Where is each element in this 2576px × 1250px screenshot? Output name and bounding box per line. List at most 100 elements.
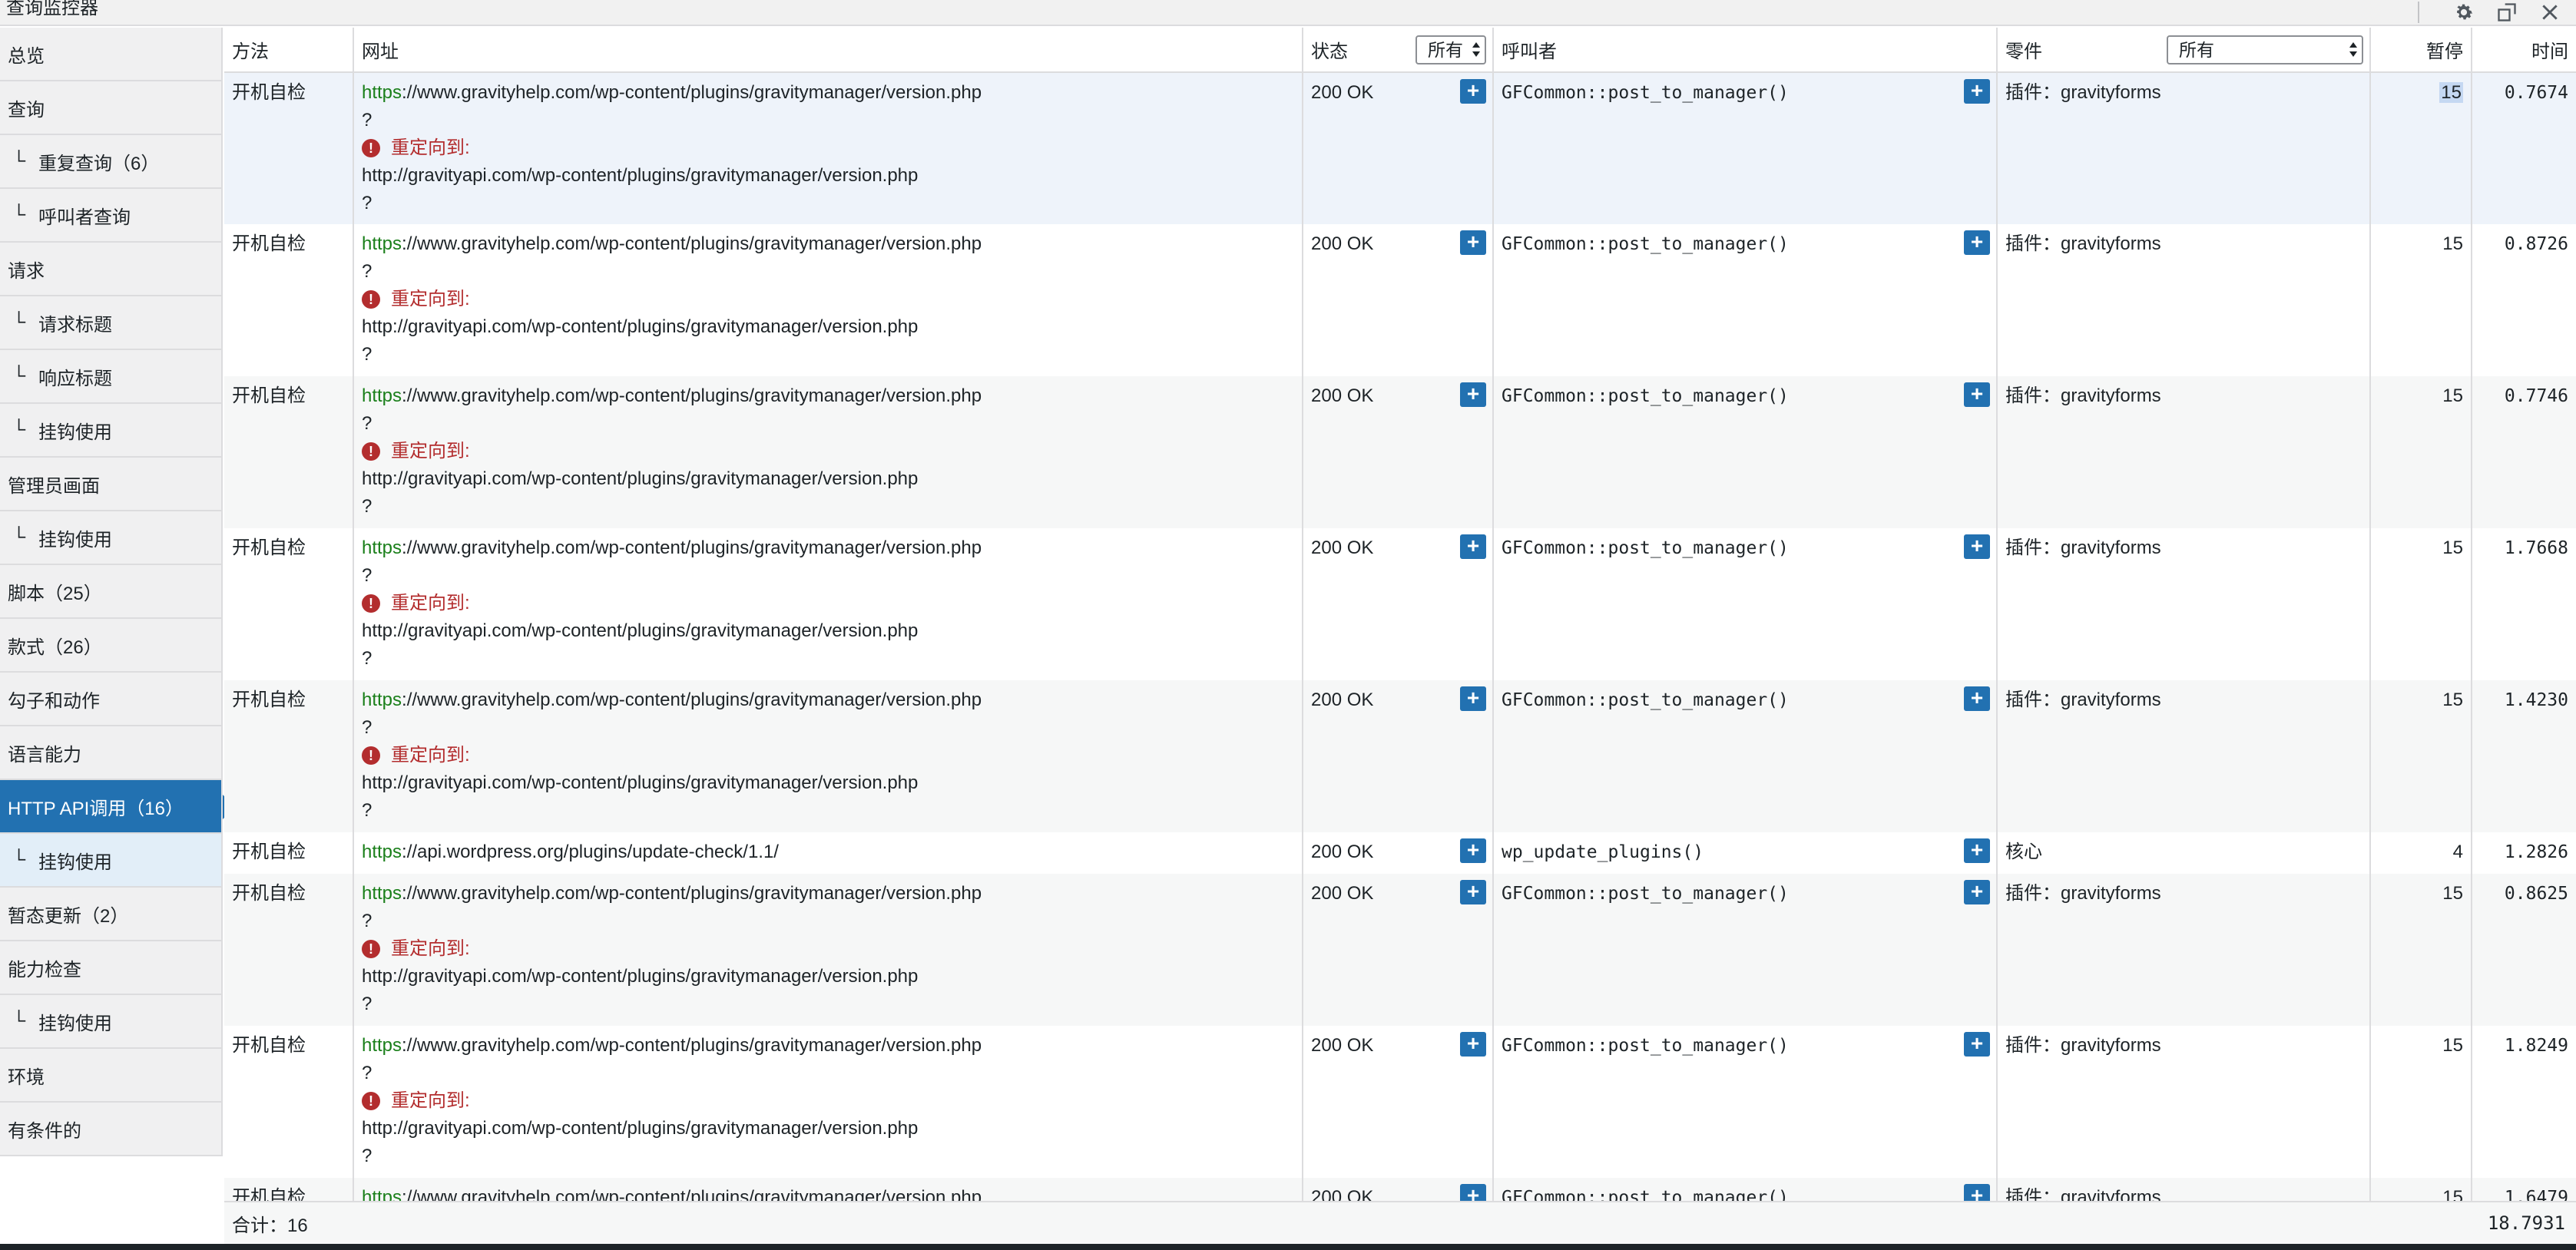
toolbar: 查询监控器 bbox=[0, 0, 2576, 26]
cell-pause: 15 bbox=[2370, 874, 2472, 1026]
cell-status: 200 OK + bbox=[1303, 874, 1494, 1026]
plus-icon[interactable]: + bbox=[1964, 230, 1990, 255]
plus-icon[interactable]: + bbox=[1460, 382, 1486, 407]
http-calls-panel: 方法 网址 状态 所有 呼叫者 零件 所有 暂停 时间 开机自检 https:/… bbox=[224, 28, 2576, 1201]
request-url[interactable]: https://www.gravityhelp.com/wp-content/p… bbox=[362, 880, 1294, 908]
plus-icon[interactable]: + bbox=[1460, 1184, 1486, 1201]
plus-icon[interactable]: + bbox=[1460, 838, 1486, 863]
sidebar-item-capability-checks[interactable]: 能力检查 bbox=[0, 941, 221, 995]
sidebar-item-label: 能力检查 bbox=[8, 959, 81, 980]
toolbar-actions bbox=[2418, 0, 2564, 25]
plus-icon[interactable]: + bbox=[1460, 79, 1486, 104]
sidebar-item-request[interactable]: 请求 bbox=[0, 243, 221, 296]
cell-caller: GFCommon::post_to_manager() + bbox=[1493, 376, 1998, 528]
sidebar-item-conditionals[interactable]: 有条件的 bbox=[0, 1103, 221, 1156]
request-url[interactable]: https://www.gravityhelp.com/wp-content/p… bbox=[362, 534, 1294, 562]
total-time: 18.7931 bbox=[2487, 1212, 2565, 1234]
pause-value: 15 bbox=[2439, 82, 2463, 103]
sidebar-item-hooks-used-request[interactable]: └ 挂钩使用 bbox=[0, 404, 221, 458]
redirect-notice: ! 重定向到: bbox=[362, 134, 1294, 162]
redirect-label: 重定向到: bbox=[391, 441, 470, 461]
tree-branch-icon: └ bbox=[12, 204, 26, 225]
request-url[interactable]: https://api.wordpress.org/plugins/update… bbox=[362, 838, 1294, 866]
sidebar-empty-area bbox=[0, 1156, 223, 1250]
plus-icon[interactable]: + bbox=[1964, 79, 1990, 104]
url-rest: ://www.gravityhelp.com/wp-content/plugin… bbox=[402, 1187, 982, 1201]
status-filter-select[interactable]: 所有 bbox=[1415, 35, 1486, 64]
exclamation-icon: ! bbox=[362, 940, 380, 958]
plus-icon[interactable]: + bbox=[1460, 534, 1486, 559]
cell-pause: 15 bbox=[2370, 376, 2472, 528]
status-value: 200 OK bbox=[1311, 689, 1374, 710]
sidebar-item-label: 挂钩使用 bbox=[38, 1013, 112, 1034]
plus-icon[interactable]: + bbox=[1460, 686, 1486, 711]
plus-icon[interactable]: + bbox=[1964, 1184, 1990, 1201]
plus-icon[interactable]: + bbox=[1964, 880, 1990, 904]
component-filter-select[interactable]: 所有 bbox=[2167, 35, 2363, 64]
sidebar-item-hooks-actions[interactable]: 勾子和动作 bbox=[0, 673, 221, 726]
plus-icon[interactable]: + bbox=[1964, 534, 1990, 559]
tree-branch-icon: └ bbox=[12, 527, 26, 547]
status-value: 200 OK bbox=[1311, 1187, 1374, 1201]
request-url[interactable]: https://www.gravityhelp.com/wp-content/p… bbox=[362, 230, 1294, 258]
cell-status: 200 OK + bbox=[1303, 376, 1494, 528]
sidebar-item-admin-screen[interactable]: 管理员画面 bbox=[0, 458, 221, 511]
url-query-mark: ? bbox=[362, 413, 372, 434]
plus-icon[interactable]: + bbox=[1460, 230, 1486, 255]
plus-icon[interactable]: + bbox=[1964, 838, 1990, 863]
sidebar-item-duplicate-queries[interactable]: └ 重复查询（6） bbox=[0, 135, 221, 189]
sidebar-item-transient-updates[interactable]: 暂态更新（2） bbox=[0, 888, 221, 941]
sidebar-item-environment[interactable]: 环境 bbox=[0, 1049, 221, 1103]
sidebar-item-hooks-used-admin[interactable]: └ 挂钩使用 bbox=[0, 511, 221, 565]
close-button[interactable] bbox=[2536, 0, 2564, 25]
url-scheme: https bbox=[362, 883, 402, 904]
request-url[interactable]: https://www.gravityhelp.com/wp-content/p… bbox=[362, 686, 1294, 714]
cell-component: 插件：gravityforms bbox=[1997, 224, 2371, 376]
plus-icon[interactable]: + bbox=[1964, 686, 1990, 711]
cell-time: 0.8625 bbox=[2472, 874, 2576, 1026]
plus-icon[interactable]: + bbox=[1460, 1032, 1486, 1057]
cell-caller: GFCommon::post_to_manager() + bbox=[1493, 224, 1998, 376]
column-header-url[interactable]: 网址 bbox=[353, 28, 1303, 73]
popout-button[interactable] bbox=[2493, 0, 2521, 25]
settings-button[interactable] bbox=[2450, 0, 2478, 25]
cell-caller: wp_update_plugins() + bbox=[1493, 832, 1998, 874]
http-calls-table: 方法 网址 状态 所有 呼叫者 零件 所有 暂停 时间 开机自检 https:/… bbox=[224, 28, 2576, 1201]
cell-url: https://www.gravityhelp.com/wp-content/p… bbox=[353, 528, 1303, 680]
url-scheme: https bbox=[362, 82, 402, 103]
cell-caller: GFCommon::post_to_manager() + bbox=[1493, 1178, 1998, 1201]
column-header-caller[interactable]: 呼叫者 bbox=[1493, 28, 1998, 73]
column-header-time[interactable]: 时间 bbox=[2472, 28, 2576, 73]
plus-icon[interactable]: + bbox=[1964, 382, 1990, 407]
sidebar-item-response-headers[interactable]: └ 响应标题 bbox=[0, 350, 221, 404]
sidebar-item-queries-by-caller[interactable]: └ 呼叫者查询 bbox=[0, 189, 221, 243]
plus-icon[interactable]: + bbox=[1964, 1032, 1990, 1057]
plus-icon[interactable]: + bbox=[1460, 880, 1486, 904]
redirect-label: 重定向到: bbox=[391, 289, 470, 309]
url-query-mark: ? bbox=[362, 994, 372, 1014]
column-header-method[interactable]: 方法 bbox=[224, 28, 354, 73]
request-url[interactable]: https://www.gravityhelp.com/wp-content/p… bbox=[362, 1184, 1294, 1201]
column-header-pause[interactable]: 暂停 bbox=[2370, 28, 2472, 73]
cell-method: 开机自检 bbox=[224, 874, 354, 1026]
sidebar-item-styles[interactable]: 款式（26） bbox=[0, 619, 221, 673]
cell-component: 插件：gravityforms bbox=[1997, 72, 2371, 224]
sidebar-item-queries[interactable]: 查询 bbox=[0, 81, 221, 135]
sidebar-item-request-headers[interactable]: └ 请求标题 bbox=[0, 296, 221, 350]
sidebar-item-hooks-used-http[interactable]: └ 挂钩使用 bbox=[0, 834, 221, 888]
sidebar-item-label: 请求 bbox=[8, 260, 45, 282]
url-rest: ://www.gravityhelp.com/wp-content/plugin… bbox=[402, 883, 982, 904]
status-value: 200 OK bbox=[1311, 842, 1374, 862]
tree-branch-icon: └ bbox=[12, 849, 26, 870]
sidebar-item-overview[interactable]: 总览 bbox=[0, 28, 221, 81]
table-row: 开机自检 https://www.gravityhelp.com/wp-cont… bbox=[224, 528, 2576, 680]
request-url[interactable]: https://www.gravityhelp.com/wp-content/p… bbox=[362, 1032, 1294, 1060]
exclamation-icon: ! bbox=[362, 594, 380, 613]
sidebar-item-hooks-used-caps[interactable]: └ 挂钩使用 bbox=[0, 995, 221, 1049]
request-url[interactable]: https://www.gravityhelp.com/wp-content/p… bbox=[362, 382, 1294, 410]
sidebar-item-http-api-calls[interactable]: HTTP API调用（16） bbox=[0, 780, 235, 834]
sidebar-item-languages[interactable]: 语言能力 bbox=[0, 726, 221, 780]
sidebar-item-scripts[interactable]: 脚本（25） bbox=[0, 565, 221, 619]
request-url[interactable]: https://www.gravityhelp.com/wp-content/p… bbox=[362, 79, 1294, 107]
sidebar-item-label: 有条件的 bbox=[8, 1120, 81, 1142]
